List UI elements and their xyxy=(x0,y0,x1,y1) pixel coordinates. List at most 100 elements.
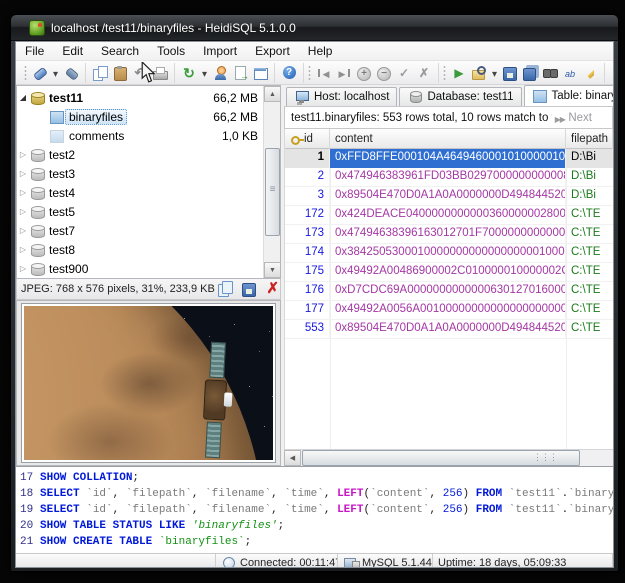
toolbar-button-save[interactable] xyxy=(500,63,520,83)
grid-cell-filepath[interactable]: D:\Bi xyxy=(566,168,613,187)
table-row-3[interactable]: 30x89504E470D0A1A0A0000000D4948445200000… xyxy=(285,187,613,206)
grid-cell-id[interactable]: 553 xyxy=(285,320,330,339)
grid-cell-filepath[interactable]: C:\TE xyxy=(566,282,613,301)
tree-item-test11[interactable]: ◢test1166,2 MB xyxy=(17,88,263,107)
tree-item-test900[interactable]: ▷test900 xyxy=(17,259,263,278)
menu-item-file[interactable]: File xyxy=(16,42,53,61)
grid-cell-content[interactable]: 0x474946383961FD03BB02970000000000080000… xyxy=(330,168,566,187)
toolbar-button-disconnect[interactable] xyxy=(61,63,81,83)
scroll-down-button[interactable]: ▼ xyxy=(264,262,281,278)
collapsed-arrow-icon[interactable]: ▷ xyxy=(17,226,29,235)
grid-cell-id[interactable]: 177 xyxy=(285,301,330,320)
table-row-553[interactable]: 5530x89504E470D0A1A0A0000000D49484452000… xyxy=(285,320,613,339)
tree-item-test8[interactable]: ▷test8 xyxy=(17,240,263,259)
grid-cell-content[interactable]: 0xFFD8FFE000104A464946000101000001000100… xyxy=(330,149,566,168)
table-row-2[interactable]: 20x474946383961FD03BB0297000000000008000… xyxy=(285,168,613,187)
toolbar-button-post[interactable] xyxy=(394,63,414,83)
grid-cell-content[interactable]: 0x49492A0056A001000000000000000000000000… xyxy=(330,301,566,320)
grid-cell-id[interactable]: 173 xyxy=(285,225,330,244)
grid-cell-id[interactable]: 174 xyxy=(285,244,330,263)
collapsed-arrow-icon[interactable]: ▷ xyxy=(17,150,29,159)
menu-item-tools[interactable]: Tools xyxy=(148,42,194,61)
tree-item-test7[interactable]: ▷test7 xyxy=(17,221,263,240)
h-scroll-thumb[interactable] xyxy=(302,450,580,466)
grid-cell-content[interactable]: 0x38425053000100000000000000000010000012… xyxy=(330,244,566,263)
grid-cell-filepath[interactable]: C:\TE xyxy=(566,263,613,282)
menu-item-help[interactable]: Help xyxy=(299,42,342,61)
grid-cell-content[interactable]: 0x424DEACE040000000000036000000280000006… xyxy=(330,206,566,225)
scroll-up-button[interactable]: ▲ xyxy=(264,86,281,102)
tree-scroll-thumb[interactable] xyxy=(265,148,280,236)
horizontal-scrollbar[interactable]: ◀ xyxy=(284,449,613,466)
preview-image[interactable] xyxy=(24,306,273,460)
toolbar-button-help[interactable] xyxy=(279,63,299,83)
save-image-button[interactable] xyxy=(239,279,259,299)
toolbar-button-nav-last[interactable] xyxy=(334,63,354,83)
titlebar[interactable]: localhost /test11/binaryfiles - HeidiSQL… xyxy=(11,15,618,41)
grid-cell-filepath[interactable]: C:\TE xyxy=(566,244,613,263)
grid-cell-filepath[interactable]: C:\TE xyxy=(566,301,613,320)
collapsed-arrow-icon[interactable]: ▷ xyxy=(17,264,29,273)
grid-cell-content[interactable]: 0xD7CDC69A000000000000063012701600000000… xyxy=(330,282,566,301)
expanded-arrow-icon[interactable]: ◢ xyxy=(17,93,29,102)
grid-cell-filepath[interactable]: D:\Bi xyxy=(566,149,613,168)
collapsed-arrow-icon[interactable]: ▷ xyxy=(17,188,29,197)
grid-cell-content[interactable]: 0x89504E470D0A1A0A0000000D49484452000000… xyxy=(330,320,566,339)
toolbar-button-nav-first[interactable] xyxy=(314,63,334,83)
table-row-174[interactable]: 1740x38425053000100000000000000000010000… xyxy=(285,244,613,263)
toolbar-button-cancel[interactable] xyxy=(414,63,434,83)
toolbar-button-paste[interactable] xyxy=(110,63,130,83)
next-button[interactable]: Next xyxy=(552,110,592,126)
tab-host[interactable]: Host: localhost xyxy=(286,87,397,106)
menu-item-import[interactable]: Import xyxy=(194,42,246,61)
tree-item-test4[interactable]: ▷test4 xyxy=(17,183,263,202)
toolbar-button-caret-down[interactable] xyxy=(489,63,500,83)
toolbar-button-copy[interactable] xyxy=(90,63,110,83)
database-tree[interactable]: ◢test1166,2 MBbinaryfiles66,2 MBcomments… xyxy=(16,85,281,279)
grid-cell-filepath[interactable]: C:\TE xyxy=(566,225,613,244)
toolbar-button-window-list[interactable] xyxy=(250,63,270,83)
column-header-filepath[interactable]: filepath xyxy=(566,129,613,149)
grid-cell-id[interactable]: 172 xyxy=(285,206,330,225)
grid-cell-id[interactable]: 176 xyxy=(285,282,330,301)
copy-image-button[interactable] xyxy=(215,279,235,299)
close-preview-button[interactable] xyxy=(263,279,283,299)
grid-cell-id[interactable]: 1 xyxy=(285,149,330,168)
grid-cell-content[interactable]: 0x49492A00486900002C010000010000002C0100… xyxy=(330,263,566,282)
toolbar-button-find[interactable] xyxy=(540,63,560,83)
grid-cell-filepath[interactable]: D:\Bi xyxy=(566,187,613,206)
grid-cell-content[interactable]: 0x47494638396163012701F70000000000000031… xyxy=(330,225,566,244)
tab-table[interactable]: Table: binaryfiles xyxy=(524,85,614,106)
collapsed-arrow-icon[interactable]: ▷ xyxy=(17,169,29,178)
tree-item-test2[interactable]: ▷test2 xyxy=(17,145,263,164)
scroll-left-button[interactable]: ◀ xyxy=(284,450,301,466)
tree-scrollbar[interactable]: ▲ ▼ xyxy=(263,86,280,278)
grid-cell-id[interactable]: 3 xyxy=(285,187,330,206)
toolbar-button-save-as[interactable] xyxy=(520,63,540,83)
toolbar-button-replace[interactable] xyxy=(560,63,580,83)
tree-item-test5[interactable]: ▷test5 xyxy=(17,202,263,221)
toolbar-button-caret-down[interactable] xyxy=(199,63,210,83)
toolbar-button-pencil[interactable] xyxy=(580,63,600,83)
table-row-172[interactable]: 1720x424DEACE040000000000036000000280000… xyxy=(285,206,613,225)
toolbar-button-caret-down[interactable] xyxy=(50,63,61,83)
tree-item-test3[interactable]: ▷test3 xyxy=(17,164,263,183)
menu-item-export[interactable]: Export xyxy=(246,42,299,61)
grid-cell-id[interactable]: 2 xyxy=(285,168,330,187)
tree-item-comments[interactable]: comments1,0 KB xyxy=(17,126,263,145)
tree-item-binaryfiles[interactable]: binaryfiles66,2 MB xyxy=(17,107,263,126)
toolbar-button-row-delete[interactable] xyxy=(374,63,394,83)
sql-log[interactable]: 17SHOW COLLATION;18SELECT `id`, `filepat… xyxy=(16,466,613,553)
menu-item-search[interactable]: Search xyxy=(92,42,148,61)
column-header-id[interactable]: id xyxy=(285,129,330,149)
data-grid[interactable]: idcontentfilepath 10xFFD8FFE000104A46494… xyxy=(284,129,613,449)
tab-database[interactable]: Database: test11 xyxy=(399,87,521,106)
toolbar-button-user-manager[interactable] xyxy=(210,63,230,83)
collapsed-arrow-icon[interactable]: ▷ xyxy=(17,245,29,254)
grid-cell-filepath[interactable]: C:\TE xyxy=(566,320,613,339)
grid-cell-filepath[interactable]: C:\TE xyxy=(566,206,613,225)
table-row-1[interactable]: 10xFFD8FFE000104A46494600010100000100010… xyxy=(285,149,613,168)
grid-cell-content[interactable]: 0x89504E470D0A1A0A0000000D49484452000004… xyxy=(330,187,566,206)
table-row-176[interactable]: 1760xD7CDC69A000000000000063012701600000… xyxy=(285,282,613,301)
toolbar-button-export-sql[interactable] xyxy=(230,63,250,83)
